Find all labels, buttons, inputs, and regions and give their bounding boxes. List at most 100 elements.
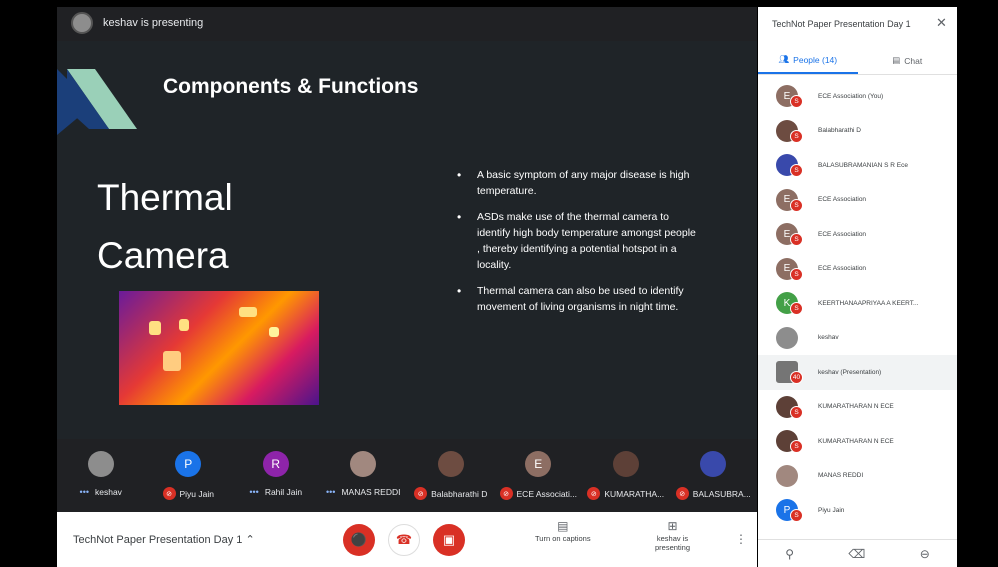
pin-icon[interactable]: ⚲: [785, 547, 794, 561]
mic-off-icon: ⊘: [414, 487, 428, 500]
participant-row[interactable]: S KUMARATHARAN N ECE: [758, 424, 957, 459]
bullet-item: Thermal camera can also be used to ident…: [457, 283, 697, 315]
participant-row[interactable]: E S ECE Association: [758, 252, 957, 287]
present-icon: ⊞: [667, 519, 678, 533]
participant-row[interactable]: MANAS REDDI: [758, 459, 957, 494]
status-badge: S: [790, 95, 803, 109]
status-badge: S: [790, 405, 803, 419]
mic-off-icon: ⊘: [499, 487, 513, 500]
avatar: E: [525, 451, 552, 477]
avatar: E S: [776, 85, 803, 109]
participant-name: BALASUBRAMANIAN S R Ece: [818, 161, 908, 169]
participant-row[interactable]: S BALASUBRAMANIAN S R Ece: [758, 148, 957, 183]
filmstrip-tile[interactable]: ••• keshav: [57, 441, 145, 511]
remove-icon[interactable]: ⊖: [920, 547, 930, 561]
tile-name-row: ••• Rahil Jain: [249, 487, 302, 497]
participant-row[interactable]: P S Piyu Jain: [758, 493, 957, 528]
slide-logo-shape: [67, 69, 137, 129]
participant-row[interactable]: E S ECE Association: [758, 217, 957, 252]
status-badge: S: [790, 267, 803, 281]
filmstrip-tile[interactable]: ⊘ Balabharathi D: [407, 441, 495, 511]
filmstrip-tile[interactable]: R ••• Rahil Jain: [232, 441, 320, 511]
filmstrip-tile[interactable]: ⊘ BALASUBRA...: [670, 441, 758, 511]
participant-name: MANAS REDDI: [818, 472, 864, 480]
participant-row[interactable]: E S ECE Association (You): [758, 79, 957, 114]
filmstrip-tile[interactable]: P ⊘ Piyu Jain: [145, 441, 233, 511]
chevron-up-icon: ⌃: [245, 534, 255, 546]
status-badge: S: [790, 302, 803, 316]
tile-name-row: ⊘ BALASUBRA...: [675, 487, 751, 500]
participant-row[interactable]: K S KEERTHANAAPRIYAA A KEERT...: [758, 286, 957, 321]
captions-label: Turn on captions: [535, 534, 591, 543]
participant-list: E S ECE Association (You) S Balabharathi…: [758, 79, 957, 528]
tab-chat-label: Chat: [904, 55, 923, 66]
speaking-indicator-icon: •••: [249, 487, 259, 497]
status-badge: S: [790, 129, 803, 143]
participant-name: Piyu Jain: [818, 506, 845, 514]
filmstrip-tile[interactable]: ••• MANAS REDDI: [320, 441, 408, 511]
participant-name: ECE Association: [818, 265, 867, 273]
slide-bullets: A basic symptom of any major disease is …: [457, 167, 697, 325]
participant-row[interactable]: E S ECE Association: [758, 183, 957, 218]
more-options-icon[interactable]: ⋮: [735, 532, 747, 546]
avatar: S: [776, 395, 803, 419]
avatar: E S: [776, 223, 803, 247]
participant-name: ECE Association: [818, 196, 867, 204]
mute-icon[interactable]: ⌫: [848, 547, 865, 561]
captions-button[interactable]: ▤ Turn on captions: [535, 519, 591, 543]
avatar: P S: [776, 499, 803, 523]
tile-name: MANAS REDDI: [341, 487, 401, 497]
participant-row[interactable]: S Balabharathi D: [758, 114, 957, 149]
avatar: [700, 451, 727, 477]
captions-icon: ▤: [557, 519, 569, 533]
participant-name: KUMARATHARAN N ECE: [818, 437, 894, 445]
filmstrip-tile[interactable]: E ⊘ ECE Associati...: [495, 441, 583, 511]
avatar: S: [776, 154, 803, 178]
tile-name: Balabharathi D: [431, 488, 488, 499]
tile-name-row: ⊘ ECE Associati...: [499, 487, 577, 500]
status-badge: S: [790, 440, 803, 454]
filmstrip-tile[interactable]: ⊘ KUMARATHA...: [582, 441, 670, 511]
tile-name: KUMARATHA...: [604, 488, 665, 499]
tile-name-row: ⊘ Balabharathi D: [414, 487, 487, 500]
mic-toggle-button[interactable]: ⚫: [343, 524, 375, 556]
avatar: S: [776, 430, 803, 454]
participant-name: KUMARATHARAN N ECE: [818, 403, 894, 411]
participant-name: keshav (Presentation): [818, 368, 882, 376]
participant-filmstrip: ••• keshav P ⊘ Piyu Jain R ••• Rahil Jai…: [57, 441, 757, 511]
tile-name-row: ⊘ KUMARATHA...: [587, 487, 664, 500]
mic-off-icon: ⊘: [675, 487, 689, 500]
participant-name: KEERTHANAAPRIYAA A KEERT...: [818, 299, 919, 307]
side-panel: TechNot Paper Presentation Day 1 ✕ 👥︎ Peo…: [758, 7, 957, 567]
mic-off-icon: ⊘: [587, 487, 601, 500]
mic-off-icon: ⊘: [162, 487, 176, 500]
slide-heading-line1: Thermal: [97, 177, 233, 218]
side-panel-footer: ⚲ ⌫ ⊖: [758, 539, 957, 567]
presenter-avatar: [71, 12, 93, 34]
avatar: [87, 451, 114, 477]
status-badge: S: [790, 198, 803, 212]
participant-row[interactable]: S KUMARATHARAN N ECE: [758, 390, 957, 425]
participant-row[interactable]: keshav: [758, 321, 957, 356]
avatar: [437, 451, 464, 477]
participant-name: ECE Association (You): [818, 92, 884, 100]
tab-chat[interactable]: ▤ Chat: [858, 47, 958, 74]
mic-off-icon: ⚫: [350, 532, 368, 547]
speaking-indicator-icon: •••: [79, 487, 89, 497]
avatar: 40: [776, 361, 803, 385]
camera-off-icon: ▣: [442, 532, 456, 547]
camera-toggle-button[interactable]: ▣: [433, 524, 465, 556]
tab-people[interactable]: 👥︎ People (14): [758, 47, 858, 74]
side-panel-tabs: 👥︎ People (14) ▤ Chat: [758, 47, 957, 75]
status-badge: 40: [790, 371, 803, 385]
participant-row[interactable]: 40 keshav (Presentation): [758, 355, 957, 390]
close-icon[interactable]: ✕: [936, 15, 947, 31]
participant-name: keshav: [818, 334, 839, 342]
leave-call-button[interactable]: ☎: [388, 524, 420, 556]
avatar: [776, 464, 798, 487]
speaking-indicator-icon: •••: [326, 487, 336, 497]
meeting-title[interactable]: TechNot Paper Presentation Day 1 ⌃: [73, 533, 255, 546]
avatar: [776, 326, 798, 349]
avatar: [612, 451, 639, 477]
present-button[interactable]: ⊞ keshav is presenting: [645, 519, 700, 552]
